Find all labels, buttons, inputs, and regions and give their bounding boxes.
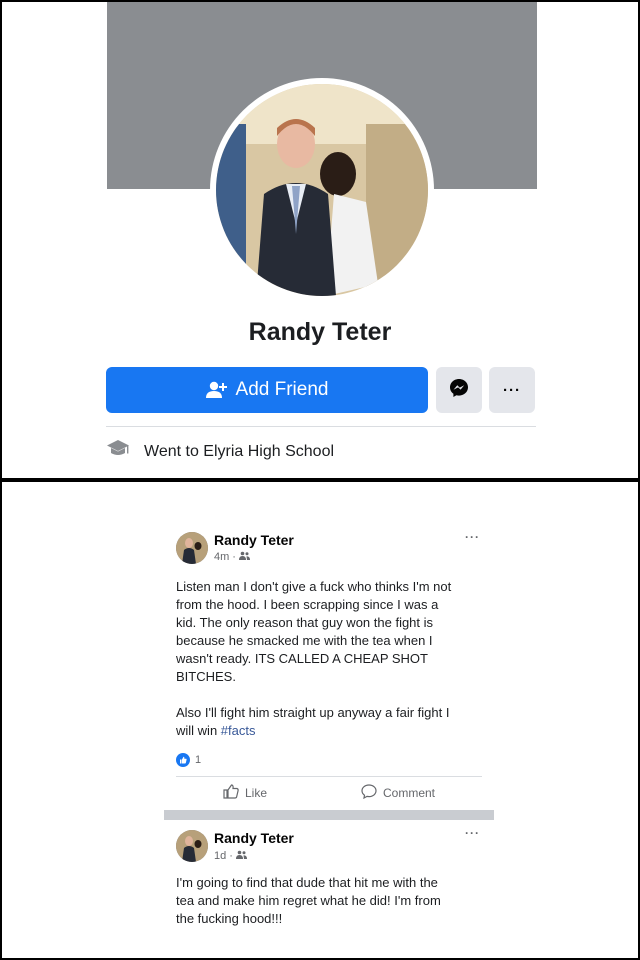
post-time[interactable]: 4m [214, 551, 229, 563]
like-reaction-icon [176, 753, 190, 767]
graduation-cap-icon [106, 439, 130, 464]
meta-separator: · [232, 551, 236, 563]
post-author-avatar[interactable] [176, 532, 208, 564]
messenger-icon [449, 378, 469, 403]
add-friend-button[interactable]: Add Friend [106, 367, 428, 413]
profile-name: Randy Teter [248, 318, 392, 346]
comment-bubble-icon [361, 784, 377, 802]
post-body-text: Also I'll fight him straight up anyway a… [176, 705, 450, 738]
post-options-button[interactable]: ··· [465, 530, 480, 544]
post-options-button[interactable]: ··· [465, 826, 480, 840]
profile-panel: Randy Teter Add Friend ··· Went to Elyri… [2, 2, 638, 478]
post-author-name[interactable]: Randy Teter [214, 532, 294, 548]
comment-label: Comment [382, 786, 435, 800]
post-time[interactable]: 1d [214, 850, 226, 862]
education-text: Went to Elyria High School [144, 442, 335, 460]
post-body-continued: Also I'll fight him straight up anyway a… [176, 704, 482, 740]
post-author-avatar[interactable] [176, 830, 208, 862]
like-label: Like [244, 786, 267, 800]
more-options-button[interactable]: ··· [489, 367, 535, 413]
post-card: Randy Teter 1d · ··· I'm going to find t… [164, 822, 494, 958]
post-meta: 1d · [214, 850, 247, 862]
reaction-summary[interactable]: 1 [176, 753, 201, 767]
profile-picture-frame [210, 78, 434, 302]
education-info: Went to Elyria High School [106, 439, 334, 464]
like-button[interactable]: Like [223, 784, 267, 802]
reaction-count: 1 [195, 754, 202, 766]
post-meta: 4m · [214, 551, 250, 563]
feed-separator [164, 810, 494, 820]
add-friend-label: Add Friend [235, 379, 329, 400]
posts-panel: Randy Teter 4m · ··· Listen man I don't … [2, 482, 638, 958]
thumbs-up-icon [223, 784, 239, 802]
post-body: I'm going to find that dude that hit me … [176, 875, 441, 926]
profile-divider [106, 426, 536, 427]
post-author-name[interactable]: Randy Teter [214, 830, 294, 846]
post-card: Randy Teter 4m · ··· Listen man I don't … [164, 526, 494, 808]
message-button[interactable] [436, 367, 482, 413]
friends-icon [235, 850, 247, 862]
friends-icon [238, 551, 250, 563]
hashtag-link[interactable]: #facts [221, 723, 256, 738]
profile-photo-illustration [216, 84, 428, 296]
person-plus-icon [205, 381, 228, 399]
post-actions: Like Comment [176, 784, 482, 802]
post-body: Listen man I don't give a fuck who think… [176, 579, 452, 684]
meta-separator: · [229, 850, 233, 862]
actions-divider [176, 776, 482, 777]
comment-button[interactable]: Comment [361, 784, 435, 802]
profile-picture[interactable] [216, 84, 428, 296]
